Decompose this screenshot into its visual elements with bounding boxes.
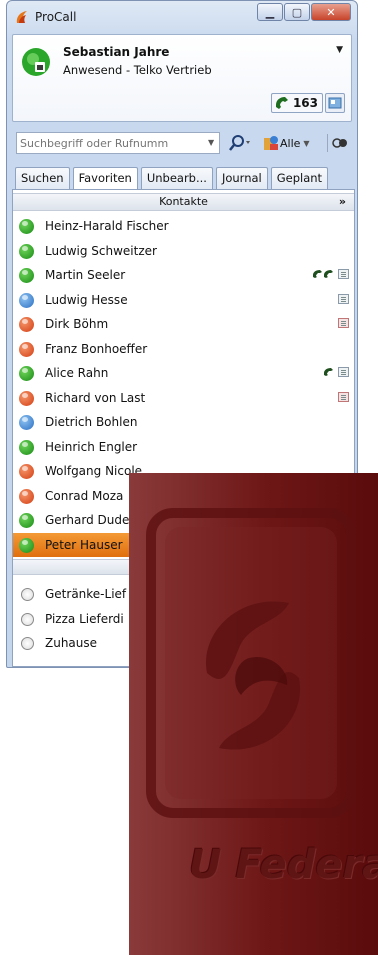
- search-button[interactable]: [226, 133, 254, 153]
- view-toggle-icon[interactable]: [332, 136, 348, 150]
- contact-row[interactable]: Ludwig Hesse: [13, 288, 354, 313]
- tab-bar: Suchen Favoriten Unbearb... Journal Gepl…: [15, 167, 355, 189]
- contact-card-icon[interactable]: [338, 391, 349, 402]
- user-status-panel: Sebastian Jahre Anwesend - Telko Vertrie…: [12, 34, 352, 122]
- maximize-button[interactable]: ▢: [284, 3, 310, 21]
- title-bar[interactable]: ProCall ▁ ▢ ✕: [7, 1, 357, 31]
- window-controls: ▁ ▢ ✕: [256, 3, 351, 21]
- contact-row[interactable]: Franz Bonhoeffer: [13, 337, 354, 362]
- filter-chevron-down-icon: ▼: [303, 138, 310, 148]
- contact-row[interactable]: Dietrich Bohlen: [13, 410, 354, 435]
- contact-name: Heinz-Harald Fischer: [45, 219, 169, 233]
- missed-calls-count: 163: [292, 96, 318, 110]
- contact-card-icon[interactable]: [338, 367, 349, 377]
- contact-name: Peter Hauser: [45, 537, 123, 552]
- presence-busy-icon: [19, 390, 34, 406]
- federation-overlay-image: U Federation: [129, 473, 378, 955]
- presence-available-icon: [19, 537, 34, 553]
- presence-available-icon: [19, 243, 34, 259]
- contacts-filter-icon: [264, 136, 278, 150]
- presence-busy-icon: [19, 464, 34, 479]
- presence-available-icon: [19, 268, 34, 283]
- contacts-group-title: Kontakte: [159, 195, 208, 208]
- presence-absent-icon: [19, 292, 34, 308]
- contact-card-icon[interactable]: [338, 269, 349, 279]
- missed-calls-counter[interactable]: 163: [270, 93, 323, 113]
- contact-name: Alice Rahn: [45, 366, 109, 380]
- search-input[interactable]: [16, 132, 220, 154]
- contact-name: Martin Seeler: [45, 268, 126, 282]
- contact-name: Dietrich Bohlen: [45, 415, 138, 429]
- tab-favoriten[interactable]: Favoriten: [72, 167, 138, 189]
- federation-brand-text: U Federation: [189, 842, 378, 888]
- contacts-group-header[interactable]: Kontakte »: [13, 193, 354, 211]
- user-name: Sebastian Jahre: [63, 45, 170, 59]
- service-name: Getränke-Lief: [45, 587, 127, 601]
- phone-icon[interactable]: [323, 367, 334, 377]
- collapse-chevron-up-icon[interactable]: »: [339, 194, 346, 210]
- filter-dropdown[interactable]: Alle ▼: [262, 133, 310, 153]
- close-icon: ✕: [326, 5, 336, 19]
- contact-row[interactable]: Heinz-Harald Fischer: [13, 214, 354, 239]
- search-history-dropdown-icon[interactable]: ▼: [208, 138, 214, 147]
- presence-available-icon: [19, 439, 34, 455]
- presence-busy-icon: [19, 488, 34, 504]
- tab-journal[interactable]: Journal: [215, 167, 268, 189]
- presence-available-icon: [19, 366, 34, 381]
- search-icon: [229, 135, 250, 151]
- contact-name: Heinrich Engler: [45, 439, 138, 454]
- filter-label: Alle: [280, 136, 301, 150]
- minimize-icon: ▁: [265, 5, 275, 19]
- phone-icon: [275, 97, 288, 109]
- presence-unknown-icon: [21, 637, 34, 650]
- contact-card-icon[interactable]: [338, 293, 349, 304]
- contact-name: Dirk Böhm: [45, 317, 109, 331]
- presence-unknown-icon: [21, 612, 34, 626]
- presence-available-icon: [19, 513, 34, 528]
- close-button[interactable]: ✕: [311, 3, 351, 21]
- contact-row[interactable]: Dirk Böhm: [13, 312, 354, 337]
- contact-row[interactable]: Alice Rahn: [13, 361, 354, 386]
- presence-absent-icon: [19, 415, 34, 430]
- tab-unbearbeitet[interactable]: Unbearb...: [140, 167, 213, 189]
- phone-icon[interactable]: [312, 269, 323, 279]
- contact-card-icon[interactable]: [325, 93, 345, 113]
- contact-name: Ludwig Hesse: [45, 292, 128, 307]
- phone-icons: [312, 269, 334, 279]
- contact-row[interactable]: Martin Seeler: [13, 263, 354, 288]
- card-icon: [328, 97, 342, 109]
- presence-unknown-icon: [21, 588, 34, 601]
- presence-available-icon: [19, 219, 34, 234]
- presence-busy-icon: [19, 341, 34, 357]
- contact-name: Conrad Moza: [45, 488, 124, 503]
- presence-avatar-icon[interactable]: [21, 47, 51, 77]
- user-presence-status[interactable]: Anwesend - Telko Vertrieb: [63, 63, 212, 77]
- tab-suchen[interactable]: Suchen: [15, 167, 70, 189]
- contact-row[interactable]: Heinrich Engler: [13, 435, 354, 460]
- contact-name: Wolfgang Nicole: [45, 464, 143, 478]
- contact-name: Franz Bonhoeffer: [45, 341, 148, 356]
- mobile-phone-icon[interactable]: [323, 269, 334, 279]
- procall-logo-icon: [16, 11, 27, 23]
- presence-busy-icon: [19, 317, 34, 332]
- tab-geplant[interactable]: Geplant: [270, 167, 329, 189]
- search-toolbar: ▼ Alle ▼: [12, 132, 352, 154]
- minimize-button[interactable]: ▁: [257, 3, 283, 21]
- toolbar-divider: [327, 134, 328, 152]
- maximize-icon: ▢: [291, 5, 303, 19]
- contact-name: Richard von Last: [45, 390, 146, 405]
- phone-icons: [323, 367, 334, 377]
- contact-card-icon[interactable]: [338, 318, 349, 328]
- contact-name: Gerhard Dude: [45, 513, 130, 527]
- user-menu-dropdown-icon[interactable]: ▼: [336, 45, 343, 55]
- service-name: Pizza Lieferdi: [45, 611, 124, 626]
- contact-row[interactable]: Richard von Last: [13, 386, 354, 411]
- window-title: ProCall: [35, 10, 77, 24]
- contact-name: Ludwig Schweitzer: [45, 243, 157, 258]
- service-name: Zuhause: [45, 636, 98, 650]
- contact-row[interactable]: Ludwig Schweitzer: [13, 239, 354, 264]
